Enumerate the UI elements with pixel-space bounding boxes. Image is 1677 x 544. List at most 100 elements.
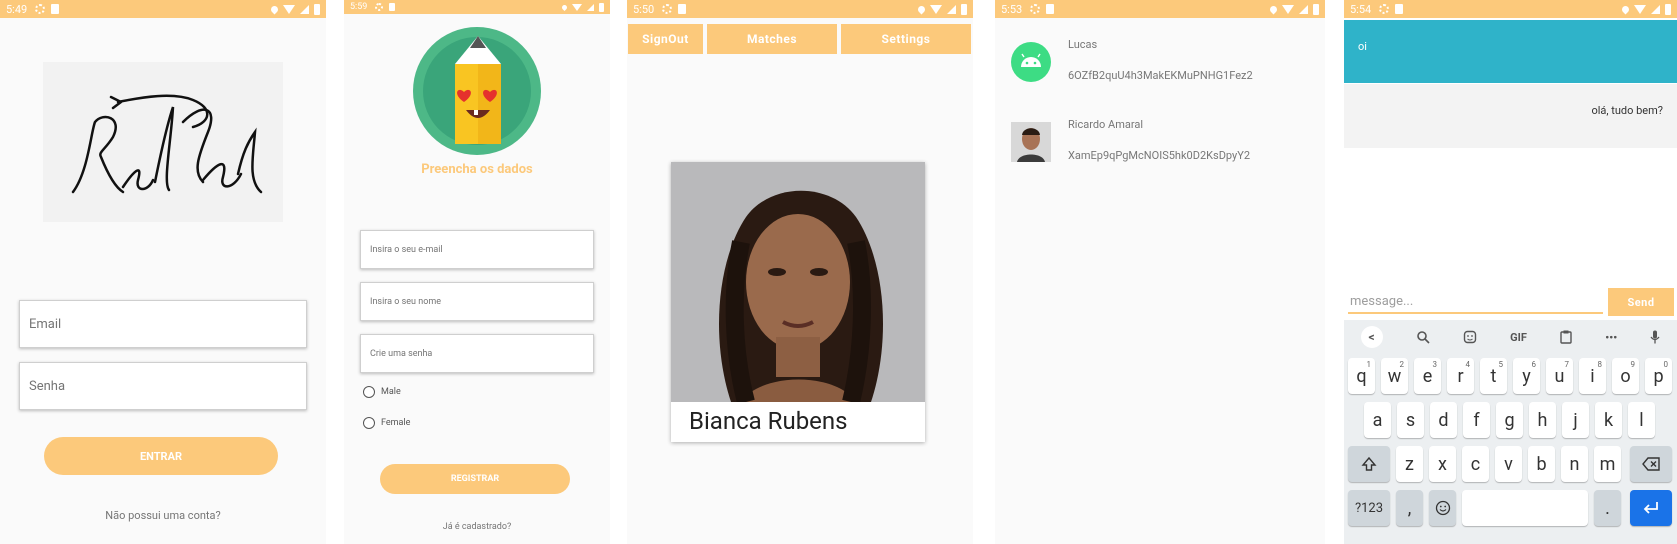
key-char: p (1653, 365, 1664, 387)
gender-radio-male[interactable]: Male (363, 386, 401, 398)
sdcard-icon (1395, 4, 1404, 14)
settings-icon (375, 3, 384, 11)
key-y[interactable]: y6 (1513, 358, 1540, 394)
register-button[interactable]: REGISTRAR (380, 464, 570, 494)
status-bar: 5:49 (0, 0, 326, 18)
key-v[interactable]: v (1495, 446, 1522, 482)
gender-radio-female[interactable]: Female (363, 417, 410, 429)
key-o[interactable]: o9 (1612, 358, 1639, 394)
name-field[interactable]: Insira o seu nome (360, 282, 594, 321)
login-screen: 5:49 Email Senha ENTRAR Não possui uma c… (0, 0, 326, 544)
key-j[interactable]: j (1562, 402, 1589, 438)
key-a[interactable]: a (1364, 402, 1391, 438)
shift-icon (1361, 456, 1377, 471)
sdcard-icon (1046, 4, 1055, 14)
symbols-key[interactable]: ?123 (1348, 490, 1390, 526)
space-key[interactable] (1462, 490, 1588, 526)
period-key[interactable]: . (1594, 490, 1621, 526)
emoji-key[interactable] (1429, 490, 1456, 526)
key-d[interactable]: d (1430, 402, 1457, 438)
key-x[interactable]: x (1429, 446, 1456, 482)
key-m[interactable]: m (1594, 446, 1621, 482)
email-placeholder: Insira o seu e-mail (370, 244, 443, 255)
location-icon (560, 3, 569, 11)
key-n[interactable]: n (1561, 446, 1588, 482)
send-button[interactable]: Send (1608, 288, 1674, 316)
key-f[interactable]: f (1463, 402, 1490, 438)
key-b[interactable]: b (1528, 446, 1555, 482)
logo-handwriting-icon (71, 94, 263, 194)
login-link[interactable]: Já é cadastrado? (344, 522, 610, 532)
key-hint: 6 (1531, 360, 1537, 369)
password-field[interactable]: Senha (19, 362, 307, 410)
profile-card[interactable]: Bianca Rubens (671, 162, 925, 442)
key-s[interactable]: s (1397, 402, 1424, 438)
clipboard-icon[interactable] (1560, 330, 1572, 344)
signal-icon (300, 4, 309, 14)
signout-button[interactable]: SignOut (628, 24, 703, 54)
message-input[interactable]: message... (1348, 290, 1603, 314)
signal-icon (1651, 4, 1660, 14)
status-icons (560, 2, 604, 12)
key-l[interactable]: l (1628, 402, 1655, 438)
signup-link[interactable]: Não possui uma conta? (0, 509, 326, 522)
message-placeholder: message... (1350, 293, 1414, 309)
key-h[interactable]: h (1529, 402, 1556, 438)
key-w[interactable]: w2 (1381, 358, 1408, 394)
key-hint: 8 (1597, 360, 1603, 369)
settings-button[interactable]: Settings (841, 24, 971, 54)
password-field[interactable]: Crie uma senha (360, 334, 594, 373)
sticker-icon[interactable] (1463, 330, 1477, 344)
key-p[interactable]: p0 (1645, 358, 1672, 394)
key-hint: 4 (1465, 360, 1471, 369)
mic-icon[interactable] (1650, 330, 1660, 344)
keyboard: < GIF ••• q1 w2 e3 r4 t5 y6 u7 i8 o9 p0 … (1344, 320, 1677, 544)
status-time: 5:49 (6, 2, 28, 16)
match-id: XamEp9qPgMcNOIS5hk0D2KsDpyY2 (1068, 149, 1251, 162)
settings-icon (662, 4, 673, 14)
key-u[interactable]: u7 (1546, 358, 1573, 394)
status-time: 5:54 (1350, 2, 1372, 16)
email-field[interactable]: Email (19, 300, 307, 348)
chat-screen: 5:54 oi olá, tudo bem? message... Send <… (1344, 0, 1677, 544)
comma-key[interactable]: , (1396, 490, 1423, 526)
app-screenshots: 5:49 Email Senha ENTRAR Não possui uma c… (0, 0, 1677, 544)
key-hint: 5 (1498, 360, 1504, 369)
key-char: o (1620, 365, 1631, 387)
key-g[interactable]: g (1496, 402, 1523, 438)
key-e[interactable]: e3 (1414, 358, 1441, 394)
key-char: r (1457, 365, 1464, 387)
key-z[interactable]: z (1396, 446, 1423, 482)
matches-button[interactable]: Matches (707, 24, 837, 54)
enter-key[interactable] (1630, 490, 1672, 526)
enter-button[interactable]: ENTRAR (44, 437, 278, 475)
radio-circle-icon (363, 417, 375, 429)
battery-icon (314, 3, 320, 15)
email-field[interactable]: Insira o seu e-mail (360, 230, 594, 269)
gif-button[interactable]: GIF (1510, 331, 1527, 344)
key-i[interactable]: i8 (1579, 358, 1606, 394)
location-icon (269, 4, 280, 14)
key-q[interactable]: q1 (1348, 358, 1375, 394)
list-item[interactable]: Ricardo Amaral XamEp9qPgMcNOIS5hk0D2KsDp… (995, 116, 1325, 176)
password-placeholder: Crie uma senha (370, 348, 433, 359)
app-logo (43, 62, 283, 222)
key-c[interactable]: c (1462, 446, 1489, 482)
enter-icon (1643, 502, 1658, 514)
settings-icon (1030, 4, 1041, 14)
key-char: y (1522, 365, 1531, 387)
wifi-icon (572, 3, 582, 11)
match-name: Lucas (1068, 38, 1098, 51)
emoji-icon (1435, 500, 1450, 516)
key-t[interactable]: t5 (1480, 358, 1507, 394)
shift-key[interactable] (1348, 446, 1390, 482)
search-icon[interactable] (1416, 330, 1430, 344)
wifi-icon (283, 4, 295, 14)
sdcard-icon (678, 4, 687, 14)
backspace-key[interactable] (1630, 446, 1672, 482)
keyboard-back-icon[interactable]: < (1360, 326, 1383, 348)
key-k[interactable]: k (1595, 402, 1622, 438)
key-r[interactable]: r4 (1447, 358, 1474, 394)
more-options-icon[interactable]: ••• (1605, 331, 1617, 344)
list-item[interactable]: Lucas 6OZfB2quU4h3MakEKMuPNHG1Fez2 (995, 36, 1325, 96)
